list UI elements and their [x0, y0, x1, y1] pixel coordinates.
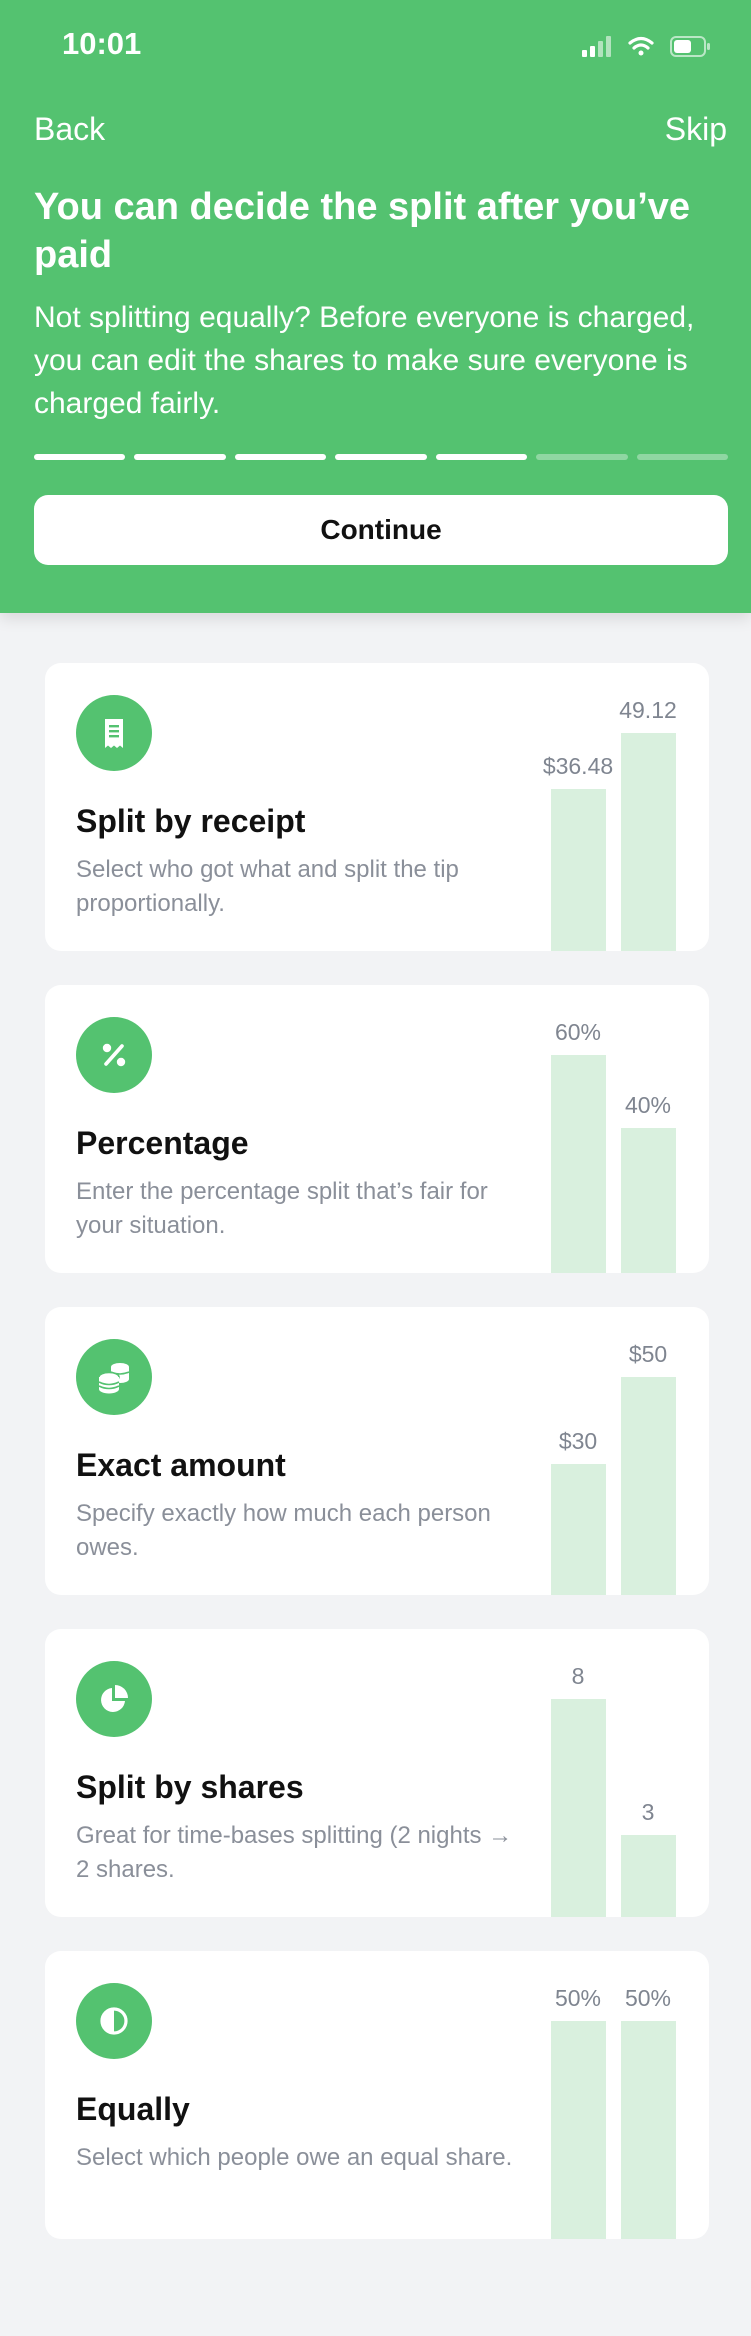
- skip-button[interactable]: Skip: [665, 111, 727, 148]
- status-time: 10:01: [62, 26, 142, 61]
- split-option-card[interactable]: Split by receipt Select who got what and …: [45, 663, 709, 951]
- option-bar: [551, 2021, 606, 2239]
- progress-segment: [435, 454, 528, 460]
- option-description: Select who got what and split the tip pr…: [76, 856, 459, 917]
- split-option-card[interactable]: Split by shares Great for time-bases spli…: [45, 1629, 709, 1917]
- cellular-signal-icon: [582, 36, 611, 57]
- option-bar: [621, 1377, 676, 1595]
- bar-value-label: $36.48: [542, 753, 614, 779]
- option-title: Equally: [76, 2091, 190, 2127]
- percent-icon: [76, 1017, 152, 1093]
- option-description: Select which people owe an equal share.: [76, 2144, 513, 2171]
- bar-value-label: $50: [628, 1341, 668, 1367]
- progress-segment: [335, 454, 427, 460]
- page-title: You can decide the split after you’ve pa…: [34, 186, 691, 276]
- split-option-card[interactable]: Equally Select which people owe an equal …: [45, 1951, 709, 2239]
- pie-chart-icon: [76, 1661, 152, 1737]
- page-subtitle: Not splitting equally? Before everyone i…: [34, 301, 695, 420]
- back-button[interactable]: Back: [34, 111, 105, 148]
- option-bar: [621, 1128, 676, 1273]
- receipt-icon: [76, 695, 152, 771]
- option-description: Specify exactly how much each person owe…: [76, 1500, 491, 1561]
- status-icons: [582, 36, 710, 57]
- bar-value-label: 50%: [554, 1985, 602, 2011]
- option-bar: [551, 789, 606, 951]
- wifi-icon: [628, 36, 654, 56]
- bar-value-label: 60%: [554, 1019, 602, 1045]
- option-title: Exact amount: [76, 1447, 286, 1483]
- progress-segment: [536, 454, 628, 460]
- bar-value-label: 3: [641, 1799, 655, 1825]
- progress-segment: [134, 454, 226, 460]
- bar-value-label: $30: [558, 1428, 598, 1454]
- bar-value-label: 49.12: [619, 697, 677, 723]
- option-bar: [621, 2021, 676, 2239]
- option-title: Split by shares: [76, 1769, 304, 1805]
- progress-segment: [34, 454, 126, 460]
- option-title: Split by receipt: [76, 803, 306, 839]
- split-option-card[interactable]: Percentage Enter the percentage split tha…: [45, 985, 709, 1273]
- option-bar: [551, 1464, 606, 1595]
- continue-button[interactable]: Continue: [34, 495, 728, 565]
- progress-segment: [234, 454, 327, 460]
- battery-icon: [670, 36, 710, 57]
- option-description: Enter the percentage split that’s fair f…: [76, 1178, 488, 1239]
- header: 10:01 Back Skip You can decide the split…: [0, 0, 751, 613]
- option-bar: [621, 733, 676, 951]
- option-bar: [621, 1835, 676, 1917]
- bar-value-label: 8: [571, 1663, 585, 1689]
- progress-segment: [636, 454, 728, 460]
- option-description: Great for time-bases splitting (2 nights…: [76, 1822, 513, 1883]
- option-bar: [551, 1055, 606, 1273]
- coins-icon: [76, 1339, 152, 1415]
- bar-value-label: 40%: [624, 1092, 672, 1118]
- progress-indicator: [34, 454, 728, 460]
- split-option-card[interactable]: Exact amount Specify exactly how much eac…: [45, 1307, 709, 1595]
- bar-value-label: 50%: [624, 1985, 672, 2011]
- half-circle-icon: [76, 1983, 152, 2059]
- option-title: Percentage: [76, 1125, 249, 1161]
- option-bar: [551, 1699, 606, 1917]
